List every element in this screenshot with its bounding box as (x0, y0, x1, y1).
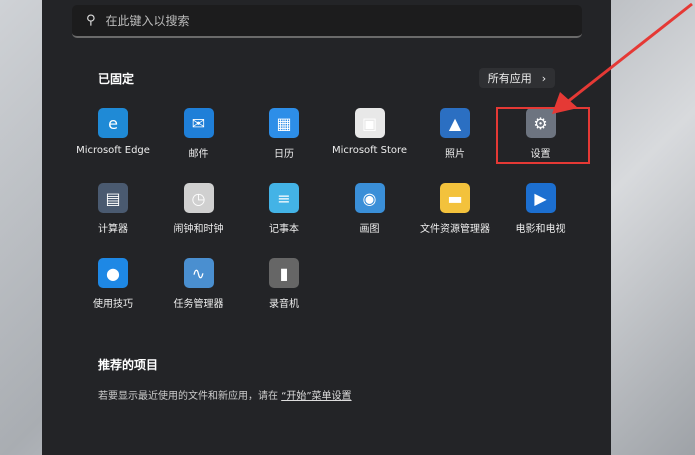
annotation-arrow (552, 2, 693, 114)
